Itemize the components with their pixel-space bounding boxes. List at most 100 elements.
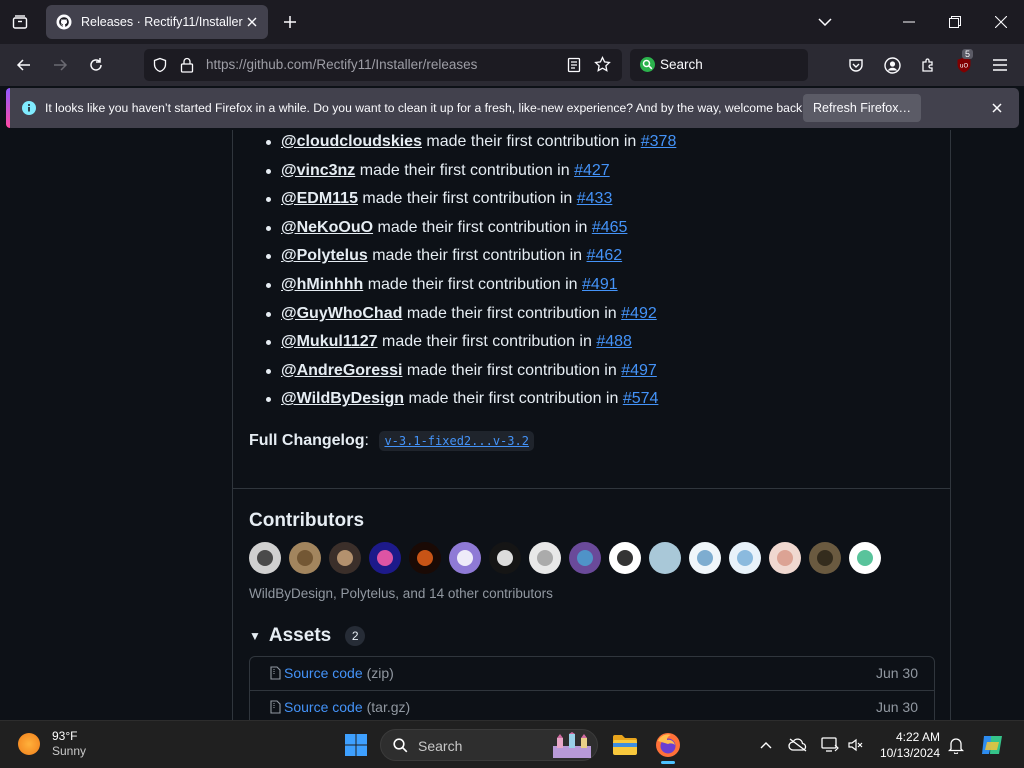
- ublock-origin-button[interactable]: uO 5: [952, 49, 976, 77]
- reader-view-icon[interactable]: [566, 57, 582, 73]
- face-photo-avatar[interactable]: [809, 542, 841, 574]
- release-card: @cloudcloudskies made their first contri…: [232, 130, 951, 720]
- copilot-button[interactable]: [980, 733, 1004, 757]
- reload-button[interactable]: [84, 53, 108, 77]
- new-tab-button[interactable]: [280, 12, 300, 32]
- contributor-username-link[interactable]: @vinc3nz: [281, 162, 355, 179]
- changelog-compare-link[interactable]: v-3.1-fixed2...v-3.2: [379, 431, 534, 451]
- notifications-button[interactable]: [946, 735, 966, 755]
- pull-request-link[interactable]: #492: [621, 305, 657, 322]
- file-explorer-taskbar-button[interactable]: [610, 730, 640, 760]
- app-menu-button[interactable]: [988, 53, 1012, 77]
- contributor-username-link[interactable]: @Polytelus: [281, 247, 368, 264]
- asset-name-link[interactable]: Source code: [284, 665, 363, 681]
- asset-row[interactable]: Source code (tar.gz) Jun 30: [250, 690, 934, 720]
- list-all-tabs-button[interactable]: [802, 0, 848, 44]
- firefox-taskbar-button[interactable]: [653, 730, 683, 764]
- pull-request-link[interactable]: #574: [623, 390, 659, 407]
- contributor-username-link[interactable]: @cloudcloudskies: [281, 133, 422, 150]
- avatar-image-detail: [857, 550, 873, 566]
- extensions-button[interactable]: [916, 53, 940, 77]
- close-window-button[interactable]: [978, 0, 1024, 44]
- pull-request-link[interactable]: #427: [574, 162, 610, 179]
- bookmark-star-icon[interactable]: [594, 56, 611, 73]
- pink-gem-avatar[interactable]: [369, 542, 401, 574]
- system-clock[interactable]: 4:22 AM 10/13/2024: [876, 729, 940, 761]
- green-tile-avatar[interactable]: [849, 542, 881, 574]
- refresh-firefox-button[interactable]: Refresh Firefox…: [803, 94, 921, 122]
- contributor-username-link[interactable]: @GuyWhoChad: [281, 305, 402, 322]
- asset-date: Jun 30: [875, 698, 918, 715]
- url-text[interactable]: https://github.com/Rectify11/Installer/r…: [206, 57, 477, 72]
- avatar-image-detail: [657, 550, 673, 566]
- contributors-summary[interactable]: WildByDesign, Polytelus, and 14 other co…: [249, 586, 553, 601]
- tab-close-button[interactable]: [244, 14, 260, 30]
- minimize-button[interactable]: [886, 0, 932, 44]
- notification-close-button[interactable]: [989, 100, 1005, 116]
- cloud-offline-icon: [788, 738, 807, 752]
- contributor-username-link[interactable]: @Mukul1127: [281, 333, 378, 350]
- contributor-username-link[interactable]: @WildByDesign: [281, 390, 404, 407]
- page-viewport[interactable]: @cloudcloudskies made their first contri…: [0, 130, 1024, 720]
- fire-avatar[interactable]: [409, 542, 441, 574]
- asset-row[interactable]: Source code (zip) Jun 30: [250, 657, 934, 689]
- file-zip-icon: [270, 666, 281, 680]
- new-contributors-list: @cloudcloudskies made their first contri…: [266, 130, 677, 414]
- info-icon: [22, 101, 36, 115]
- search-bar[interactable]: Search: [630, 49, 808, 81]
- pull-request-link[interactable]: #462: [587, 247, 623, 264]
- lock-avatar[interactable]: [249, 542, 281, 574]
- pull-request-link[interactable]: #433: [577, 190, 613, 207]
- avatar-image-detail: [817, 550, 833, 566]
- shield-icon[interactable]: [152, 57, 168, 73]
- contributor-username-link[interactable]: @NeKoOuO: [281, 219, 373, 236]
- assets-toggle[interactable]: ▼ Assets 2: [249, 625, 366, 647]
- lock-icon[interactable]: [180, 57, 194, 73]
- bowl-avatar[interactable]: [329, 542, 361, 574]
- url-domain: https://github.com: [206, 57, 313, 72]
- network-tray-button[interactable]: [820, 735, 840, 755]
- light-blue-avatar[interactable]: [649, 542, 681, 574]
- pull-request-link[interactable]: #488: [596, 333, 632, 350]
- contributor-username-link[interactable]: @AndreGoressi: [281, 362, 402, 379]
- avatar-image-detail: [337, 550, 353, 566]
- purple-pattern-avatar[interactable]: [449, 542, 481, 574]
- asset-name-link[interactable]: Source code: [284, 699, 363, 715]
- pull-request-link[interactable]: #491: [582, 276, 618, 293]
- anime-avatar[interactable]: [729, 542, 761, 574]
- close-icon: [992, 103, 1002, 113]
- reload-icon: [90, 58, 102, 71]
- active-tab[interactable]: Releases · Rectify11/Installer: [46, 5, 268, 39]
- close-icon: [247, 17, 257, 27]
- pull-request-link[interactable]: #378: [641, 133, 677, 150]
- show-hidden-icons-button[interactable]: [756, 735, 776, 755]
- new-contributor-item: @AndreGoressi made their first contribut…: [266, 357, 676, 386]
- mosaic-avatar[interactable]: [569, 542, 601, 574]
- pink-character-avatar[interactable]: [769, 542, 801, 574]
- notification-message: It looks like you haven’t started Firefo…: [45, 101, 806, 115]
- pull-request-link[interactable]: #497: [621, 362, 657, 379]
- sketch-avatar[interactable]: [689, 542, 721, 574]
- taskbar-search-box[interactable]: Search: [380, 729, 598, 761]
- list-bullet: [266, 340, 271, 346]
- restore-button[interactable]: [932, 0, 978, 44]
- address-bar[interactable]: https://github.com/Rectify11/Installer/r…: [144, 49, 622, 81]
- volume-tray-button[interactable]: [845, 735, 865, 755]
- default-person-avatar[interactable]: [529, 542, 561, 574]
- forward-button[interactable]: [48, 53, 72, 77]
- account-button[interactable]: [880, 53, 904, 77]
- edm-avatar[interactable]: [489, 542, 521, 574]
- pull-request-link[interactable]: #465: [592, 219, 628, 236]
- penguin-avatar[interactable]: [609, 542, 641, 574]
- contributor-username-link[interactable]: @hMinhhh: [281, 276, 363, 293]
- windows-start-icon[interactable]: [344, 733, 368, 757]
- pocket-button[interactable]: [844, 53, 868, 77]
- onedrive-tray-button[interactable]: [788, 735, 808, 755]
- back-button[interactable]: [12, 53, 36, 77]
- search-highlight-castle-icon: [553, 732, 591, 758]
- weather-widget[interactable]: 93°F Sunny: [18, 729, 86, 759]
- firefox-view-button[interactable]: [0, 0, 40, 44]
- contributor-username-link[interactable]: @EDM115: [281, 190, 358, 207]
- dog-avatar[interactable]: [289, 542, 321, 574]
- contribution-text: made their first contribution in: [406, 304, 617, 322]
